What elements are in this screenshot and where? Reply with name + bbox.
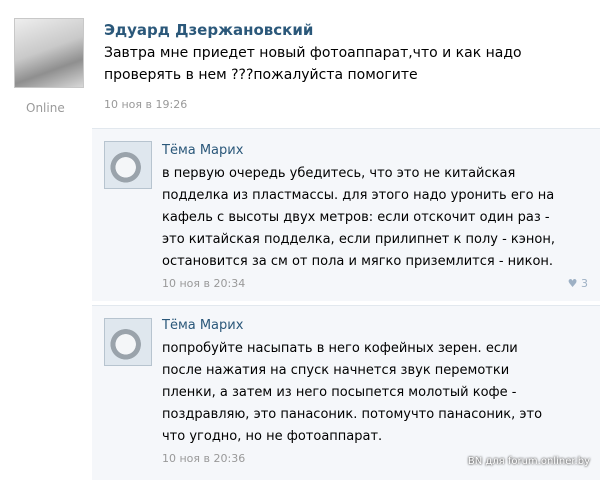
- comment-text: попробуйте насыпать в него кофейных зере…: [162, 341, 543, 444]
- post-author[interactable]: Эдуард Дзержановский: [104, 21, 313, 39]
- post-time[interactable]: 10 ноя в 19:26: [104, 98, 187, 111]
- watermark: BN для forum.onliner.by: [467, 456, 590, 467]
- like-count: 3: [581, 277, 588, 290]
- comment-author[interactable]: Тёма Марих: [162, 143, 243, 158]
- like-button[interactable]: ♥ 3: [568, 277, 588, 290]
- comment-author[interactable]: Тёма Марих: [162, 318, 243, 333]
- comment-text: в первую очередь убедитесь, что это не к…: [162, 166, 555, 269]
- online-status: Online: [26, 101, 65, 115]
- comment-avatar[interactable]: [104, 318, 152, 366]
- comment-avatar[interactable]: [104, 141, 152, 189]
- post-text: Завтра мне приедет новый фотоаппарат,что…: [104, 45, 522, 83]
- comment: Тёма Марих в первую очередь убедитесь, ч…: [92, 128, 600, 301]
- comment-time[interactable]: 10 ноя в 20:34: [162, 277, 245, 290]
- comment: Тёма Марих попробуйте насыпать в него ко…: [92, 305, 600, 480]
- author-avatar[interactable]: [14, 18, 84, 88]
- heart-icon: ♥: [567, 277, 578, 290]
- comment-time[interactable]: 10 ноя в 20:36: [162, 452, 245, 465]
